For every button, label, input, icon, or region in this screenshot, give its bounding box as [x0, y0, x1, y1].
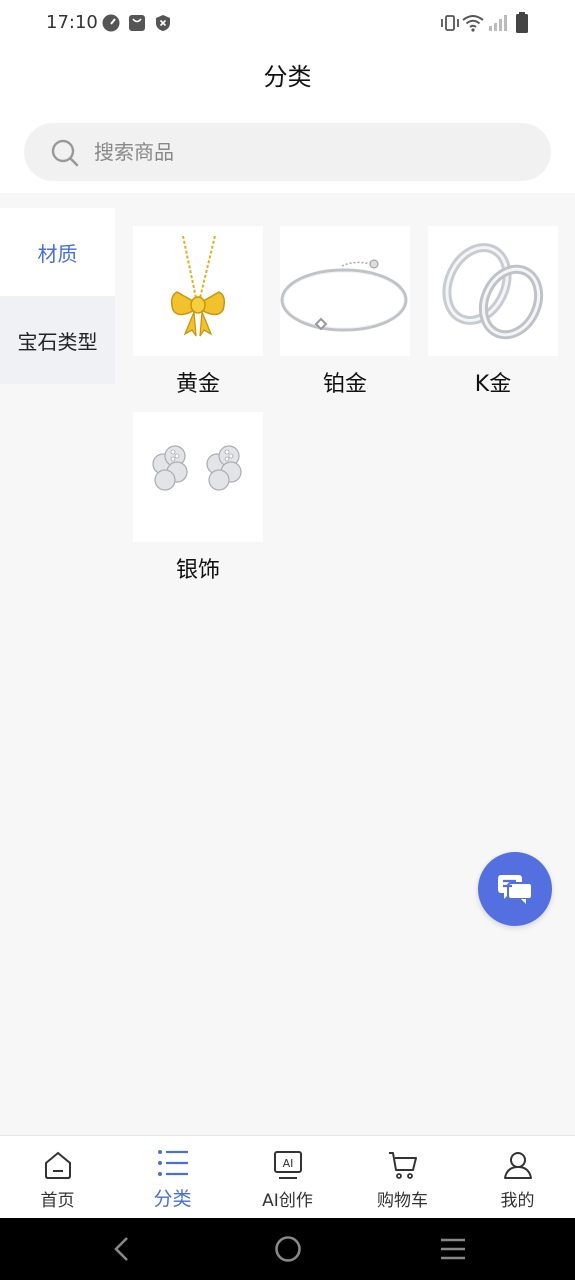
speedometer-icon [102, 14, 120, 32]
system-nav-bar [0, 1218, 575, 1280]
product-image [428, 226, 558, 356]
search-icon [51, 139, 79, 167]
search-bar[interactable] [24, 123, 551, 181]
wifi-icon [462, 15, 484, 32]
tab-label: 首页 [40, 1191, 75, 1211]
status-bar: 17:10 [0, 0, 575, 48]
product-card-gold[interactable]: 黄金 [133, 226, 263, 401]
k-gold-rings-image [442, 243, 544, 340]
search-input[interactable] [94, 123, 524, 181]
page-title: 分类 [0, 48, 575, 106]
shopping-bag-icon [129, 15, 145, 31]
sidebar-item-label: 宝石类型 [17, 329, 98, 354]
sidebar-item-material[interactable]: 材质 [0, 208, 115, 296]
product-label: 铂金 [322, 372, 367, 397]
product-card-platinum[interactable]: 铂金 [280, 226, 410, 401]
tab-label: 分类 [153, 1188, 192, 1210]
tab-label: 我的 [500, 1191, 535, 1211]
chat-icon [498, 875, 533, 904]
tab-category[interactable]: 分类 [115, 1136, 230, 1219]
tab-profile[interactable]: 我的 [460, 1136, 575, 1219]
product-card-k-gold[interactable]: K金 [428, 226, 558, 401]
vibrate-icon [441, 15, 459, 31]
back-icon[interactable] [110, 1236, 134, 1262]
bottom-tab-bar: 首页 分类 AI AI创作 购物车 我的 [0, 1135, 575, 1218]
product-label: 黄金 [175, 372, 220, 397]
platinum-bracelet-image [280, 259, 408, 332]
cart-icon [389, 1152, 417, 1179]
tab-label: AI创作 [262, 1191, 313, 1211]
home-circle-icon[interactable] [274, 1235, 302, 1263]
battery-icon [516, 12, 528, 33]
product-image [133, 412, 263, 542]
customer-service-button[interactable] [478, 852, 552, 926]
recents-menu-icon[interactable] [439, 1236, 467, 1262]
gold-bow-necklace-image [170, 236, 226, 337]
svg-text:AI: AI [283, 1157, 294, 1170]
sidebar-item-gemstone-type[interactable]: 宝石类型 [0, 296, 115, 384]
tab-home[interactable]: 首页 [0, 1136, 115, 1219]
app-root: 17:10 分类 搜索商品 材质 宝石类型 黄金 铂金 K金 银饰 首页 分类 … [0, 0, 575, 1280]
home-icon [45, 1151, 71, 1179]
product-image [133, 226, 263, 356]
tab-cart[interactable]: 购物车 [345, 1136, 460, 1219]
signal-icon [489, 15, 507, 31]
search-area [0, 106, 575, 193]
shield-icon [156, 15, 170, 31]
status-time: 17:10 [46, 12, 98, 33]
category-list-icon [158, 1150, 188, 1176]
product-label: 银饰 [175, 558, 220, 583]
product-card-silver[interactable]: 银饰 [133, 412, 263, 587]
product-label: K金 [474, 372, 512, 397]
tab-ai-create[interactable]: AI AI创作 [230, 1136, 345, 1219]
product-image [280, 226, 410, 356]
ai-icon: AI [274, 1151, 302, 1179]
tab-label: 购物车 [377, 1191, 428, 1211]
sidebar-item-label: 材质 [37, 241, 78, 266]
user-icon [504, 1152, 532, 1179]
category-sidebar: 材质 宝石类型 [0, 208, 115, 384]
silver-clover-earrings-image [152, 445, 242, 491]
